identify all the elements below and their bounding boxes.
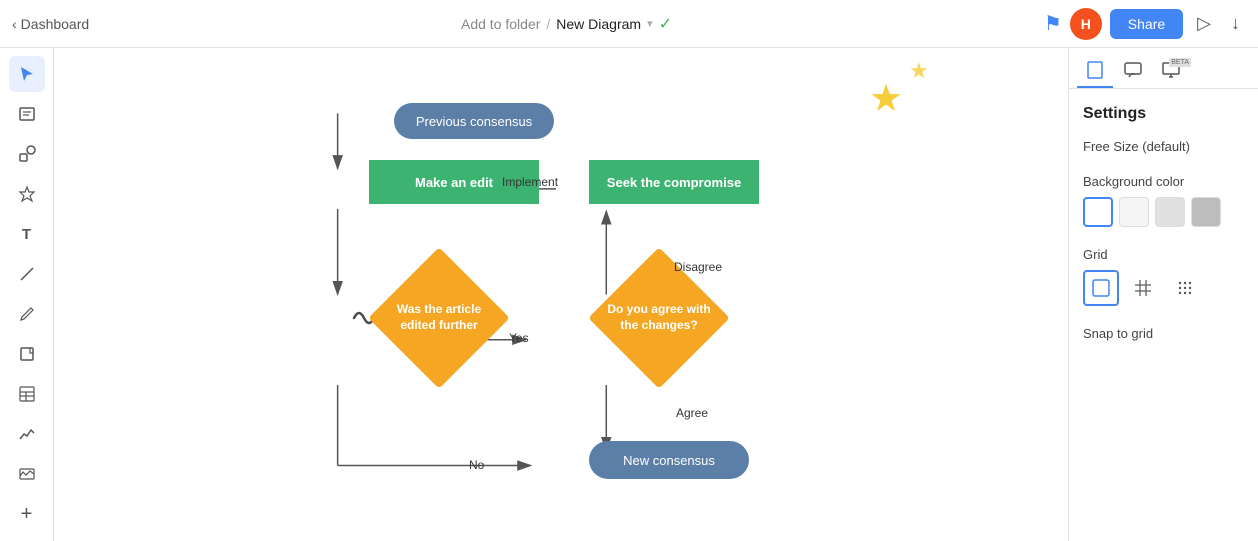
color-swatch-gray[interactable] [1155, 197, 1185, 227]
topbar-right: ⚑ H Share ▷ ↓ [1044, 7, 1246, 40]
star-decoration-large: ★ [869, 76, 903, 121]
label-agree: Agree [676, 406, 708, 420]
tool-chart[interactable] [9, 416, 45, 452]
download-button[interactable]: ↓ [1225, 7, 1246, 40]
tab-screen[interactable]: BETA [1153, 54, 1189, 88]
flag-icon: ⚑ [1044, 11, 1062, 36]
color-swatch-light-gray[interactable] [1119, 197, 1149, 227]
canvas[interactable]: ★ ★ [54, 48, 1068, 541]
tool-image-chart[interactable] [9, 456, 45, 492]
snap-section: Snap to grid [1083, 326, 1244, 341]
topbar-center: Add to folder / New Diagram ▾ ✓ [461, 14, 672, 34]
beta-badge: BETA [1169, 58, 1191, 67]
label-yes: Yes [509, 331, 529, 345]
color-swatches [1083, 197, 1244, 227]
breadcrumb-separator: / [546, 16, 550, 32]
tool-sticky[interactable] [9, 336, 45, 372]
tool-star[interactable] [9, 176, 45, 212]
node-previous-consensus[interactable]: Previous consensus [394, 103, 554, 139]
tool-cursor[interactable] [9, 56, 45, 92]
chevron-left-icon: ‹ [12, 16, 17, 32]
grid-option-hash[interactable] [1125, 270, 1161, 306]
star-decoration-small: ★ [909, 58, 929, 84]
color-swatch-dark-gray[interactable] [1191, 197, 1221, 227]
free-size-label: Free Size (default) [1083, 139, 1244, 154]
share-button[interactable]: Share [1110, 9, 1183, 39]
node-new-consensus[interactable]: New consensus [589, 441, 749, 479]
grid-option-none[interactable] [1083, 270, 1119, 306]
dashboard-label: Dashboard [21, 16, 90, 32]
saved-check-icon: ✓ [659, 14, 672, 34]
add-to-folder-label[interactable]: Add to folder [461, 16, 540, 32]
grid-section: Grid [1083, 247, 1244, 306]
tab-page[interactable] [1077, 54, 1113, 88]
panel-title: Settings [1083, 105, 1244, 123]
grid-option-dots[interactable] [1167, 270, 1203, 306]
chevron-down-icon: ▾ [647, 17, 653, 30]
right-panel: BETA Settings Free Size (default) Backgr… [1068, 48, 1258, 541]
background-color-label: Background color [1083, 174, 1244, 189]
node-seek-compromise[interactable]: Seek the compromise [589, 160, 759, 204]
grid-options [1083, 270, 1244, 306]
arrows-svg [54, 48, 1068, 541]
grid-label: Grid [1083, 247, 1244, 262]
node-was-article[interactable]: Was the article edited further [384, 263, 494, 373]
avatar[interactable]: H [1070, 8, 1102, 40]
tool-notes[interactable] [9, 96, 45, 132]
back-button[interactable]: ‹ Dashboard [12, 16, 89, 32]
snap-label: Snap to grid [1083, 326, 1244, 341]
topbar: ‹ Dashboard Add to folder / New Diagram … [0, 0, 1258, 48]
tool-text[interactable]: T [9, 216, 45, 252]
color-swatch-white[interactable] [1083, 197, 1113, 227]
tool-add[interactable]: + [9, 496, 45, 532]
label-implement: Implement [502, 175, 558, 189]
label-no: No [469, 458, 484, 472]
main-layout: T + ★ ★ [0, 48, 1258, 541]
topbar-left: ‹ Dashboard [12, 16, 89, 32]
background-color-section: Background color [1083, 174, 1244, 227]
tool-shapes[interactable] [9, 136, 45, 172]
panel-tabs: BETA [1069, 48, 1258, 89]
diagram-name-label[interactable]: New Diagram [556, 16, 641, 32]
node-do-you-agree[interactable]: Do you agree with the changes? [604, 263, 714, 373]
label-disagree: Disagree [674, 260, 722, 274]
free-size-section: Free Size (default) [1083, 139, 1244, 154]
panel-content: Settings Free Size (default) Background … [1069, 89, 1258, 541]
tool-table[interactable] [9, 376, 45, 412]
tab-comment[interactable] [1115, 54, 1151, 88]
left-sidebar: T + [0, 48, 54, 541]
tool-line[interactable] [9, 256, 45, 292]
tool-pen[interactable] [9, 296, 45, 332]
play-button[interactable]: ▷ [1191, 7, 1217, 40]
